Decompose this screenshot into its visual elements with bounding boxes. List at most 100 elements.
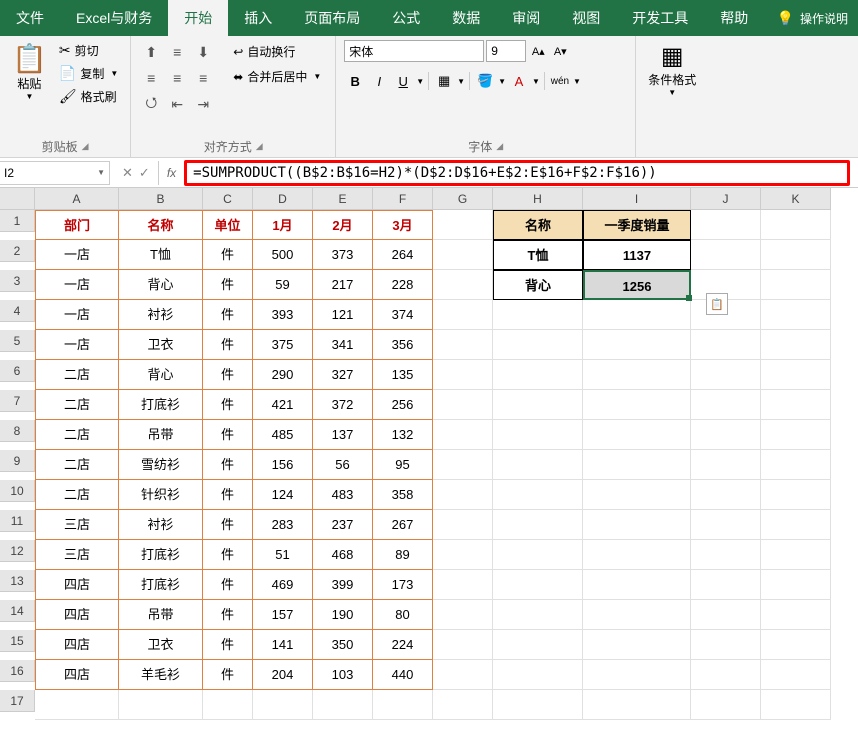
format-painter-button[interactable]: 🖌格式刷 xyxy=(55,86,122,107)
cell-C16[interactable]: 件 xyxy=(203,660,253,690)
cell-A15[interactable]: 四店 xyxy=(35,630,119,660)
cell-G10[interactable] xyxy=(433,480,493,510)
tab-data[interactable]: 数据 xyxy=(436,0,496,36)
cell-K8[interactable] xyxy=(761,420,831,450)
cell-J9[interactable] xyxy=(691,450,761,480)
row-header-10[interactable]: 10 xyxy=(0,480,35,502)
cell-empty-17-7[interactable] xyxy=(493,690,583,720)
col-header-G[interactable]: G xyxy=(433,188,493,210)
cell-F7[interactable]: 256 xyxy=(373,390,433,420)
cell-B12[interactable]: 打底衫 xyxy=(119,540,203,570)
cell-A3[interactable]: 一店 xyxy=(35,270,119,300)
row-header-2[interactable]: 2 xyxy=(0,240,35,262)
cell-empty-17-3[interactable] xyxy=(253,690,313,720)
cell-J7[interactable] xyxy=(691,390,761,420)
sum-name-1[interactable]: 背心 xyxy=(493,270,583,300)
cell-I4[interactable] xyxy=(583,300,691,330)
orientation-button[interactable]: ⭯ xyxy=(139,92,163,116)
row-header-9[interactable]: 9 xyxy=(0,450,35,472)
cell-J6[interactable] xyxy=(691,360,761,390)
cell-C11[interactable]: 件 xyxy=(203,510,253,540)
cell-K1[interactable] xyxy=(761,210,831,240)
col-header-C[interactable]: C xyxy=(203,188,253,210)
cell-K10[interactable] xyxy=(761,480,831,510)
tab-insert[interactable]: 插入 xyxy=(228,0,288,36)
row-header-15[interactable]: 15 xyxy=(0,630,35,652)
bold-button[interactable]: B xyxy=(344,70,366,92)
cell-I9[interactable] xyxy=(583,450,691,480)
cell-I13[interactable] xyxy=(583,570,691,600)
row-header-6[interactable]: 6 xyxy=(0,360,35,382)
cell-F11[interactable]: 267 xyxy=(373,510,433,540)
cell-G9[interactable] xyxy=(433,450,493,480)
cell-A13[interactable]: 四店 xyxy=(35,570,119,600)
cell-D11[interactable]: 283 xyxy=(253,510,313,540)
cell-D13[interactable]: 469 xyxy=(253,570,313,600)
cell-empty-17-9[interactable] xyxy=(691,690,761,720)
cell-C10[interactable]: 件 xyxy=(203,480,253,510)
cell-K7[interactable] xyxy=(761,390,831,420)
cell-empty-17-4[interactable] xyxy=(313,690,373,720)
main-header-jan[interactable]: 1月 xyxy=(253,210,313,240)
cell-empty-17-2[interactable] xyxy=(203,690,253,720)
cell-F8[interactable]: 132 xyxy=(373,420,433,450)
cell-I6[interactable] xyxy=(583,360,691,390)
cell-I10[interactable] xyxy=(583,480,691,510)
name-box[interactable]: I2 ▼ xyxy=(0,161,110,185)
cell-E14[interactable]: 190 xyxy=(313,600,373,630)
row-header-14[interactable]: 14 xyxy=(0,600,35,622)
font-size-select[interactable] xyxy=(486,40,526,62)
cell-I5[interactable] xyxy=(583,330,691,360)
cell-A11[interactable]: 三店 xyxy=(35,510,119,540)
cell-C4[interactable]: 件 xyxy=(203,300,253,330)
tab-view[interactable]: 视图 xyxy=(556,0,616,36)
cell-F3[interactable]: 228 xyxy=(373,270,433,300)
row-header-1[interactable]: 1 xyxy=(0,210,35,232)
tab-dev[interactable]: 开发工具 xyxy=(616,0,704,36)
tab-home[interactable]: 开始 xyxy=(168,0,228,36)
main-header-unit[interactable]: 单位 xyxy=(203,210,253,240)
cell-K15[interactable] xyxy=(761,630,831,660)
merge-center-button[interactable]: ⬌合并后居中▼ xyxy=(227,65,327,88)
cell-J14[interactable] xyxy=(691,600,761,630)
indent-decrease-button[interactable]: ⇤ xyxy=(165,92,189,116)
cell-D2[interactable]: 500 xyxy=(253,240,313,270)
cell-empty-17-0[interactable] xyxy=(35,690,119,720)
cell-I15[interactable] xyxy=(583,630,691,660)
cell-B11[interactable]: 衬衫 xyxy=(119,510,203,540)
cell-K11[interactable] xyxy=(761,510,831,540)
col-header-I[interactable]: I xyxy=(583,188,691,210)
fill-color-button[interactable]: 🪣 xyxy=(474,70,496,92)
cell-C12[interactable]: 件 xyxy=(203,540,253,570)
cell-K4[interactable] xyxy=(761,300,831,330)
dialog-launcher-icon[interactable]: ◢ xyxy=(496,141,503,152)
cell-F13[interactable]: 173 xyxy=(373,570,433,600)
cell-K12[interactable] xyxy=(761,540,831,570)
cell-I7[interactable] xyxy=(583,390,691,420)
cell-C3[interactable]: 件 xyxy=(203,270,253,300)
cell-K9[interactable] xyxy=(761,450,831,480)
dialog-launcher-icon[interactable]: ◢ xyxy=(82,141,89,152)
cell-C8[interactable]: 件 xyxy=(203,420,253,450)
cell-A12[interactable]: 三店 xyxy=(35,540,119,570)
align-top-button[interactable]: ⬆ xyxy=(139,40,163,64)
cell-E15[interactable]: 350 xyxy=(313,630,373,660)
cell-C14[interactable]: 件 xyxy=(203,600,253,630)
row-header-8[interactable]: 8 xyxy=(0,420,35,442)
cell-J15[interactable] xyxy=(691,630,761,660)
font-color-button[interactable]: A xyxy=(508,70,530,92)
cell-D5[interactable]: 375 xyxy=(253,330,313,360)
cell-J16[interactable] xyxy=(691,660,761,690)
col-header-D[interactable]: D xyxy=(253,188,313,210)
conditional-format-button[interactable]: ▦ 条件格式 ▼ xyxy=(644,40,700,99)
cell-I8[interactable] xyxy=(583,420,691,450)
row-header-3[interactable]: 3 xyxy=(0,270,35,292)
cell-E10[interactable]: 483 xyxy=(313,480,373,510)
row-header-16[interactable]: 16 xyxy=(0,660,35,682)
cell-G2[interactable] xyxy=(433,240,493,270)
cell-E3[interactable]: 217 xyxy=(313,270,373,300)
cell-D10[interactable]: 124 xyxy=(253,480,313,510)
cell-D16[interactable]: 204 xyxy=(253,660,313,690)
cell-E6[interactable]: 327 xyxy=(313,360,373,390)
cell-H5[interactable] xyxy=(493,330,583,360)
